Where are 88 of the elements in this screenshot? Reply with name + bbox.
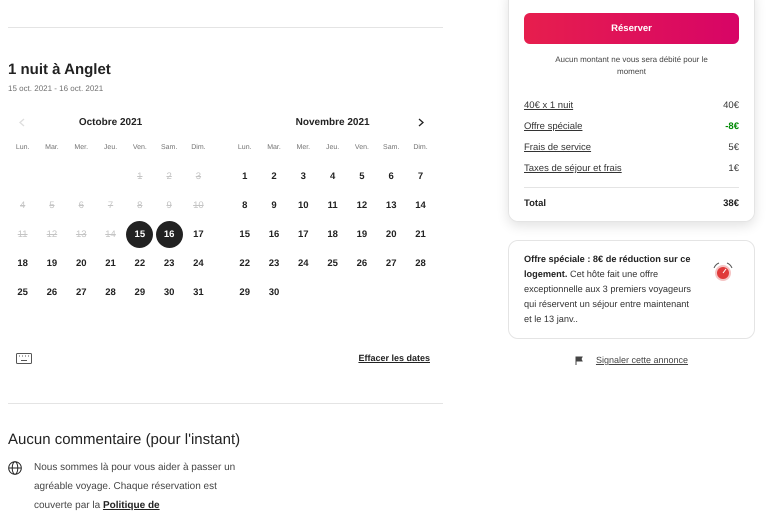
calendar-day[interactable]: 26 [38,279,66,306]
calendar-day[interactable]: 21 [407,221,434,248]
calendar-day: 7 [97,192,124,219]
month-title: Octobre 2021 [78,116,142,128]
policy-link[interactable]: Politique de [102,500,160,511]
reviews-heading: Aucun commentaire (pour l'instant) [8,430,242,450]
month-title: Novembre 2021 [296,116,370,128]
calendar-day[interactable]: 2 [260,163,288,190]
calendar-day: 6 [68,192,95,219]
calendar-day[interactable]: 18 [9,250,36,277]
calendar-day[interactable]: 4 [319,163,346,190]
calendar-day: 14 [97,221,124,248]
calendar-day[interactable]: 11 [319,192,346,219]
price-line-label[interactable]: Offre spéciale [524,121,582,132]
calendar-day[interactable]: 18 [319,221,346,248]
reserve-button[interactable]: Réserver [524,13,739,44]
calendar-day: 4 [9,192,36,219]
clear-dates-link[interactable]: Effacer les dates [358,353,430,363]
calendar-day: 8 [126,192,154,219]
charge-note: Aucun montant ne vous sera débité pour le moment [554,54,709,78]
calendar-day: 11 [9,221,36,248]
calendar-day[interactable]: 20 [378,221,405,248]
calendar-day[interactable]: 23 [156,250,183,277]
price-amount: 40€ [723,100,739,111]
alarm-clock-icon [711,260,735,284]
calendar-day[interactable]: 8 [231,192,258,219]
report-listing-link[interactable]: Signaler cette annonce [596,355,688,365]
price-line-label[interactable]: Taxes de séjour et frais [524,163,622,174]
calendar-day[interactable]: 19 [348,221,376,248]
calendar-day[interactable]: 3 [290,163,317,190]
calendar-day: 12 [38,221,66,248]
calendar-day: 13 [68,221,95,248]
calendar-day[interactable]: 24 [290,250,317,277]
calendar-day[interactable]: 22 [126,250,154,277]
price-amount: 1€ [728,163,739,174]
calendar-day[interactable]: 15 [231,221,258,248]
calendar-day[interactable]: 7 [407,163,434,190]
next-month-icon[interactable] [416,118,425,126]
calendar-day[interactable]: 14 [407,192,434,219]
calendar-day[interactable]: 22 [231,250,258,277]
calendar-day[interactable]: 16 [260,221,288,248]
calendar-day[interactable]: 24 [184,250,212,277]
price-line-label[interactable]: Frais de service [524,142,592,153]
globe-icon [8,461,22,475]
calendar-day[interactable]: 19 [38,250,66,277]
total-label: Total [524,198,546,209]
calendar-day: 1 [126,163,154,190]
calendar-day[interactable]: 17 [184,221,212,248]
calendar-day: 2 [156,163,183,190]
stay-title: 1 nuit à Anglet [8,61,112,79]
stay-dates: 15 oct. 2021 - 16 oct. 2021 [8,83,104,95]
calendar-day[interactable]: 13 [378,192,405,219]
calendar-day[interactable]: 9 [260,192,288,219]
total-amount: 38€ [723,198,739,209]
calendar-day[interactable]: 26 [348,250,376,277]
calendar-day[interactable]: 23 [260,250,288,277]
calendar-day[interactable]: 21 [97,250,124,277]
price-amount: 5€ [728,142,739,153]
calendar-day[interactable]: 17 [290,221,317,248]
calendar-day[interactable]: 27 [68,279,95,306]
calendar-day[interactable]: 30 [260,279,288,306]
calendar-day[interactable]: 31 [184,279,212,306]
calendar-day[interactable]: 25 [9,279,36,306]
calendar-day[interactable]: 27 [378,250,405,277]
calendar-day[interactable]: 25 [319,250,346,277]
calendar-day: 3 [184,163,212,190]
calendar-day[interactable]: 6 [378,163,405,190]
calendar-day[interactable]: 10 [290,192,317,219]
price-line-label[interactable]: 40€ x 1 nuit [524,100,574,111]
calendar-day[interactable]: 28 [97,279,124,306]
flag-icon [574,356,584,364]
keyboard-icon[interactable] [16,352,32,364]
calendar-day[interactable]: 20 [68,250,95,277]
price-amount: -8€ [725,121,739,132]
offer-text: Offre spéciale : 8€ de réduction sur ce logement. Cet hôte fait une offre exceptionnelle aux 3 premiers voyageurs qui réservent un séjour entre maintenant et le 13 janv.. [524,253,692,326]
calendar-day[interactable]: 12 [348,192,376,219]
calendar-day[interactable]: 29 [126,279,154,306]
calendar-day[interactable]: 15 [126,221,154,248]
protection-text: Nous sommes là pour vous aider à passer un agréable voyage. Chaque réservation est couverte par la Politique de [34,461,236,513]
calendar-day[interactable]: 30 [156,279,183,306]
calendar-day[interactable]: 29 [231,279,258,306]
calendar-day: 5 [38,192,66,219]
calendar-day: 9 [156,192,183,219]
calendar-day[interactable]: 16 [156,221,183,248]
calendar-day[interactable]: 5 [348,163,376,190]
calendar-day[interactable]: 1 [231,163,258,190]
calendar-day[interactable]: 28 [407,250,434,277]
calendar-day: 10 [184,192,212,219]
